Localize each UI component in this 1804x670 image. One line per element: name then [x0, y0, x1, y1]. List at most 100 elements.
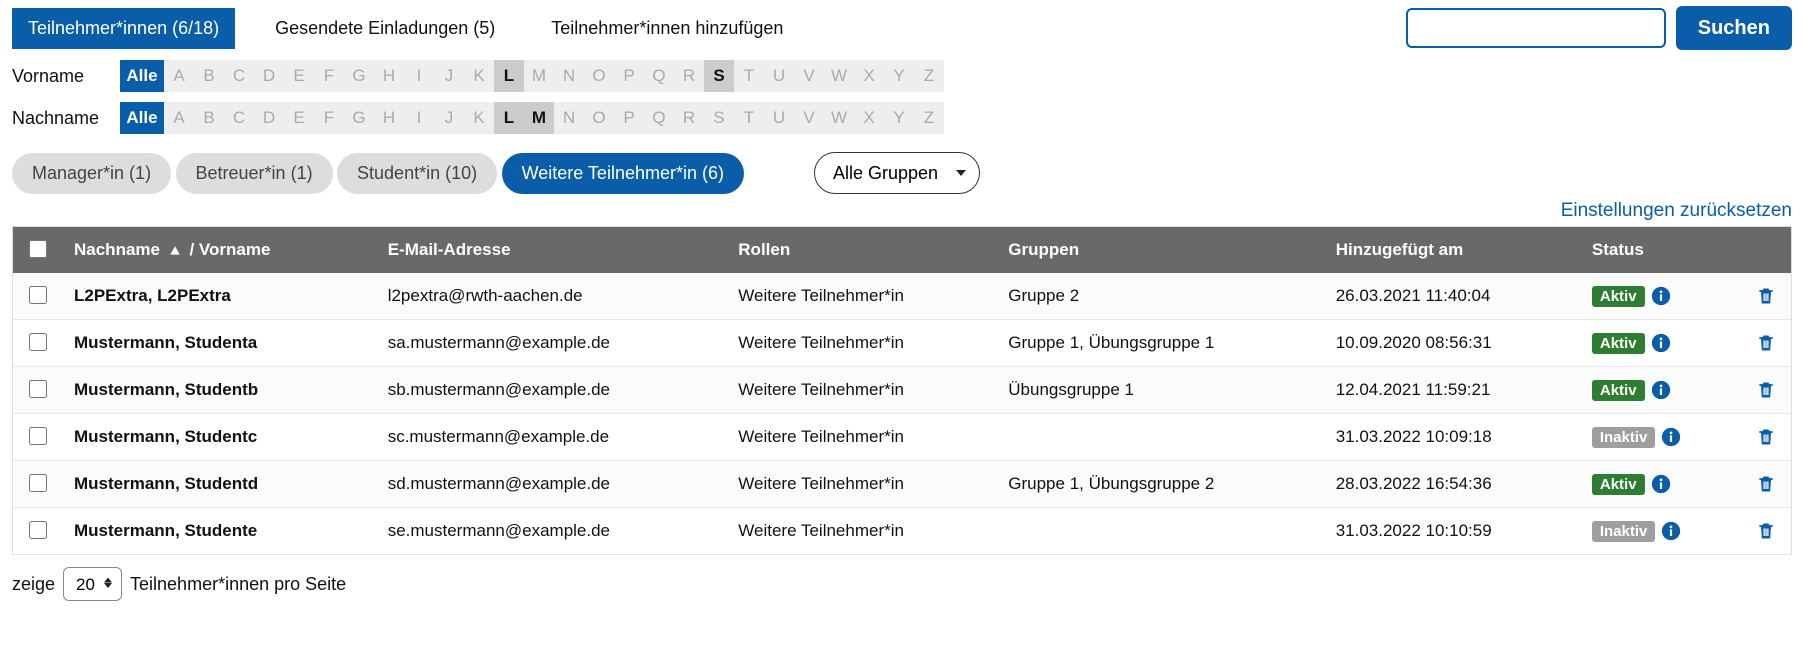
nachname-filter-letter-T[interactable]: T [734, 102, 764, 134]
role-pill-3[interactable]: Weitere Teilnehmer*in (6) [502, 153, 744, 194]
info-icon[interactable] [1661, 521, 1681, 541]
trash-icon[interactable] [1756, 286, 1776, 306]
column-header-added[interactable]: Hinzugefügt am [1324, 227, 1580, 274]
row-checkbox[interactable] [29, 474, 47, 492]
vorname-filter-letter-H[interactable]: H [374, 60, 404, 92]
column-header-groups[interactable]: Gruppen [996, 227, 1323, 274]
nachname-filter-letter-O[interactable]: O [584, 102, 614, 134]
vorname-filter-letter-T[interactable]: T [734, 60, 764, 92]
info-icon[interactable] [1651, 474, 1671, 494]
vorname-filter-letter-R[interactable]: R [674, 60, 704, 92]
vorname-filter-letter-E[interactable]: E [284, 60, 314, 92]
vorname-filter-letter-M[interactable]: M [524, 60, 554, 92]
vorname-filter-letter-K[interactable]: K [464, 60, 494, 92]
trash-icon[interactable] [1756, 427, 1776, 447]
cell-groups [996, 414, 1323, 461]
tab-1[interactable]: Gesendete Einladungen (5) [259, 8, 511, 49]
vorname-filter-letter-J[interactable]: J [434, 60, 464, 92]
column-header-roles[interactable]: Rollen [726, 227, 996, 274]
vorname-filter-letter-I[interactable]: I [404, 60, 434, 92]
vorname-filter-letter-X[interactable]: X [854, 60, 884, 92]
vorname-filter-letter-S[interactable]: S [704, 60, 734, 92]
trash-icon[interactable] [1756, 521, 1776, 541]
info-icon[interactable] [1661, 427, 1681, 447]
status-badge: Aktiv [1592, 474, 1645, 495]
nachname-filter-letter-B[interactable]: B [194, 102, 224, 134]
per-page-select[interactable]: 20 [63, 567, 122, 601]
info-icon[interactable] [1651, 333, 1671, 353]
vorname-filter-letter-Z[interactable]: Z [914, 60, 944, 92]
info-icon[interactable] [1651, 380, 1671, 400]
tab-2[interactable]: Teilnehmer*innen hinzufügen [535, 8, 799, 49]
vorname-filter-letter-A[interactable]: A [164, 60, 194, 92]
role-pill-2[interactable]: Student*in (10) [337, 153, 497, 194]
nachname-filter-letter-U[interactable]: U [764, 102, 794, 134]
trash-icon[interactable] [1756, 474, 1776, 494]
nachname-filter-letter-P[interactable]: P [614, 102, 644, 134]
nachname-filter-letter-Y[interactable]: Y [884, 102, 914, 134]
tab-0[interactable]: Teilnehmer*innen (6/18) [12, 8, 235, 49]
nachname-filter-letter-S[interactable]: S [704, 102, 734, 134]
column-header-status[interactable]: Status [1580, 227, 1742, 274]
nachname-filter-letter-L[interactable]: L [494, 102, 524, 134]
nachname-filter-letter-F[interactable]: F [314, 102, 344, 134]
cell-status: Inaktiv [1580, 414, 1742, 461]
cell-groups: Gruppe 1, Übungsgruppe 2 [996, 461, 1323, 508]
vorname-filter-letter-N[interactable]: N [554, 60, 584, 92]
table-row: Mustermann, Studentasa.mustermann@exampl… [13, 320, 1792, 367]
select-all-checkbox[interactable] [29, 240, 47, 258]
nachname-filter-letter-X[interactable]: X [854, 102, 884, 134]
nachname-filter-letter-I[interactable]: I [404, 102, 434, 134]
nachname-filter-letter-E[interactable]: E [284, 102, 314, 134]
row-checkbox[interactable] [29, 427, 47, 445]
row-checkbox[interactable] [29, 521, 47, 539]
nachname-filter-letter-A[interactable]: A [164, 102, 194, 134]
column-header-email[interactable]: E-Mail-Adresse [376, 227, 727, 274]
nachname-filter-letter-W[interactable]: W [824, 102, 854, 134]
nachname-filter-letter-N[interactable]: N [554, 102, 584, 134]
row-checkbox[interactable] [29, 333, 47, 351]
cell-added: 26.03.2021 11:40:04 [1324, 273, 1580, 320]
vorname-filter-letter-P[interactable]: P [614, 60, 644, 92]
vorname-filter-letter-L[interactable]: L [494, 60, 524, 92]
vorname-filter-letter-V[interactable]: V [794, 60, 824, 92]
nachname-filter-letter-R[interactable]: R [674, 102, 704, 134]
trash-icon[interactable] [1756, 333, 1776, 353]
nachname-filter-letter-H[interactable]: H [374, 102, 404, 134]
vorname-filter-all[interactable]: Alle [120, 60, 164, 92]
role-pill-1[interactable]: Betreuer*in (1) [176, 153, 333, 194]
role-pill-0[interactable]: Manager*in (1) [12, 153, 171, 194]
nachname-filter-letter-V[interactable]: V [794, 102, 824, 134]
vorname-filter-letter-O[interactable]: O [584, 60, 614, 92]
vorname-filter-letter-Q[interactable]: Q [644, 60, 674, 92]
vorname-filter-letter-C[interactable]: C [224, 60, 254, 92]
vorname-filter-letter-U[interactable]: U [764, 60, 794, 92]
vorname-filter-letter-D[interactable]: D [254, 60, 284, 92]
participants-table: Nachname / Vorname E-Mail-Adresse Rollen… [12, 226, 1792, 555]
row-checkbox[interactable] [29, 380, 47, 398]
info-icon[interactable] [1651, 286, 1671, 306]
search-button[interactable]: Suchen [1676, 6, 1792, 50]
nachname-filter-letter-M[interactable]: M [524, 102, 554, 134]
nachname-filter-letter-K[interactable]: K [464, 102, 494, 134]
vorname-filter-letter-G[interactable]: G [344, 60, 374, 92]
nachname-filter-letter-D[interactable]: D [254, 102, 284, 134]
vorname-filter-letter-Y[interactable]: Y [884, 60, 914, 92]
nachname-filter-letter-C[interactable]: C [224, 102, 254, 134]
cell-roles: Weitere Teilnehmer*in [726, 273, 996, 320]
row-checkbox[interactable] [29, 286, 47, 304]
vorname-filter-letter-W[interactable]: W [824, 60, 854, 92]
nachname-filter-letter-J[interactable]: J [434, 102, 464, 134]
group-select[interactable]: Alle Gruppen [814, 152, 980, 194]
vorname-filter-letter-F[interactable]: F [314, 60, 344, 92]
table-row: Mustermann, Studentese.mustermann@exampl… [13, 508, 1792, 555]
nachname-filter-letter-Z[interactable]: Z [914, 102, 944, 134]
nachname-filter-all[interactable]: Alle [120, 102, 164, 134]
trash-icon[interactable] [1756, 380, 1776, 400]
column-header-name[interactable]: Nachname / Vorname [62, 227, 376, 274]
vorname-filter-letter-B[interactable]: B [194, 60, 224, 92]
reset-settings-link[interactable]: Einstellungen zurücksetzen [1561, 200, 1792, 221]
nachname-filter-letter-G[interactable]: G [344, 102, 374, 134]
search-input[interactable] [1406, 8, 1666, 48]
nachname-filter-letter-Q[interactable]: Q [644, 102, 674, 134]
